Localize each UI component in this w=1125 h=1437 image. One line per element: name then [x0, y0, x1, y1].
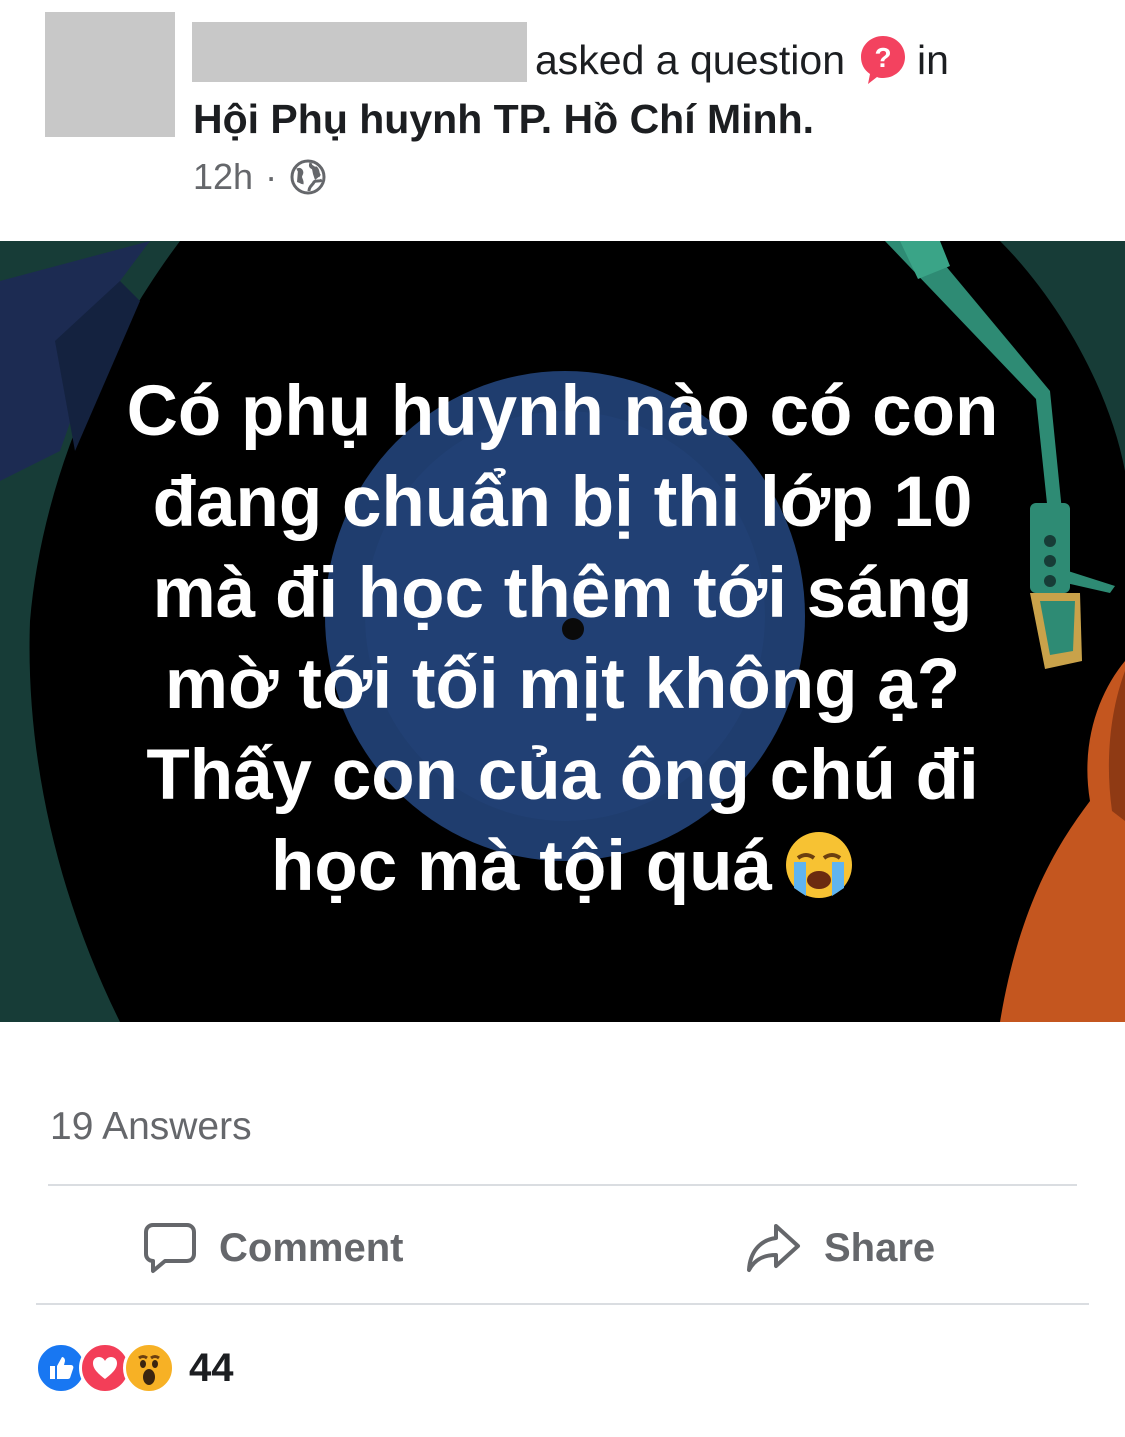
divider	[48, 1184, 1077, 1186]
svg-text:?: ?	[874, 42, 891, 73]
crying-face-emoji	[784, 830, 854, 900]
share-button[interactable]: Share	[746, 1216, 935, 1280]
post-meta: 12h ·	[193, 153, 327, 201]
meta-separator: ·	[265, 156, 278, 197]
group-name-link[interactable]: Hội Phụ huynh TP. Hồ Chí Minh.	[193, 94, 814, 144]
post-time[interactable]: 12h	[193, 153, 253, 201]
answers-count[interactable]: 19 Answers	[50, 1103, 252, 1151]
asked-question-text: asked a question	[535, 37, 846, 83]
question-text-content: Có phụ huynh nào có con đang chuẩn bị th…	[126, 372, 999, 906]
divider	[36, 1303, 1089, 1305]
reactions-summary[interactable]: 44	[35, 1342, 234, 1394]
globe-icon[interactable]	[289, 158, 327, 196]
wow-icon	[123, 1342, 175, 1394]
question-badge-icon: ?	[859, 34, 907, 86]
share-icon	[747, 1224, 800, 1272]
in-text: in	[917, 37, 949, 83]
author-name-redacted[interactable]	[192, 22, 527, 82]
comment-button[interactable]: Comment	[143, 1216, 403, 1280]
avatar[interactable]	[45, 12, 175, 137]
question-banner[interactable]: Có phụ huynh nào có con đang chuẩn bị th…	[0, 241, 1125, 1022]
question-text: Có phụ huynh nào có con đang chuẩn bị th…	[60, 366, 1065, 912]
share-label: Share	[824, 1225, 936, 1270]
reaction-count: 44	[189, 1345, 234, 1390]
comment-icon	[144, 1223, 196, 1273]
comment-label: Comment	[219, 1225, 404, 1270]
post-header-line: asked a question ? in	[535, 34, 949, 86]
